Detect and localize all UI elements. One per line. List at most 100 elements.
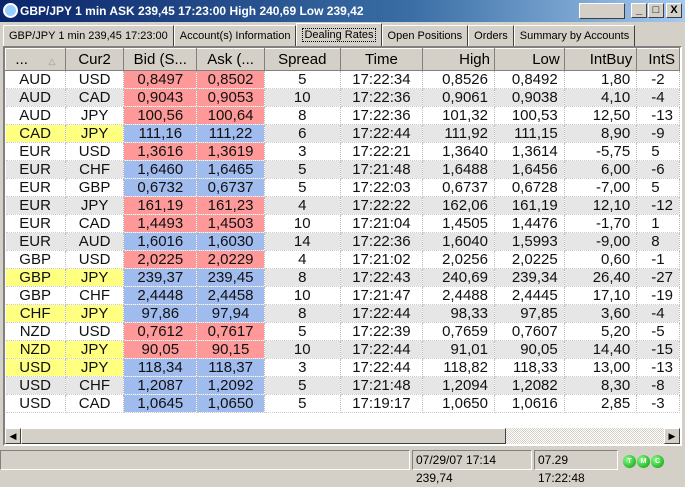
column-header-9[interactable]: IntS [636,48,680,71]
table-row[interactable]: EUR GBP 0,6732 0,6737 5 17:22:03 0,6737 0,6728-… [5,178,680,197]
tab-1[interactable]: Account(s) Information [173,25,297,46]
column-header-label: Spread [278,51,327,68]
column-header-2[interactable]: Bid (S... [123,48,198,71]
cell-cur2: GBP [65,178,125,197]
cell-intbuy: 4,10 [564,88,638,107]
scroll-right-icon[interactable]: ▶ [664,428,680,444]
cell-low: 0,7607 [494,322,565,341]
cell-intsell: -27 [636,268,680,287]
cell-low: 1,0616 [494,394,565,413]
table-row[interactable]: CHF JPY 97,86 97,94 8 17:22:44 98,33 97,85 3,60-… [5,304,680,323]
cell-bid: 1,0645 [123,394,198,413]
table-row[interactable]: EUR USD 1,3616 1,3619 3 17:22:21 1,3640 1,3614-… [5,142,680,161]
cell-low: 1,5993 [494,232,565,251]
table-row[interactable]: NZD USD 0,7612 0,7617 5 17:22:39 0,7659 0,7607 5… [5,322,680,341]
table-row[interactable]: CAD JPY 111,16 111,22 6 17:22:44 111,92 111,15 8… [5,124,680,143]
table-row[interactable]: USD CHF 1,2087 1,2092 5 17:21:48 1,2094 1,2082 8… [5,376,680,395]
table-row[interactable]: AUD USD 0,8497 0,8502 5 17:22:34 0,8526 0,8492 1… [5,70,680,89]
table-row[interactable]: GBP USD 2,0225 2,0229 4 17:21:02 2,0256 2,0225 0… [5,250,680,269]
column-header-4[interactable]: Spread [263,48,341,71]
table-row[interactable]: EUR CHF 1,6460 1,6465 5 17:21:48 1,6488 1,6456 6… [5,160,680,179]
cell-cur1: CHF [5,304,66,323]
cell-cur2: CAD [65,214,125,233]
last-bar-status: 07/29/07 17:14 239,74 [412,450,532,485]
cell-time: 17:22:44 [340,304,424,323]
table-row[interactable]: EUR CAD 1,4493 1,4503 10 17:21:04 1,4505 1,4476… [5,214,680,233]
tab-2[interactable]: Dealing Rates [296,23,382,46]
tab-label: GBP/JPY 1 min 239,45 17:23:00 [9,30,168,42]
cell-ask: 1,2092 [196,376,265,395]
tab-3[interactable]: Open Positions [381,25,469,46]
column-header-6[interactable]: High [422,48,495,71]
column-header-5[interactable]: Time [339,48,424,71]
cell-ask: 0,8502 [196,70,265,89]
cell-spread: 5 [264,376,341,395]
scrollbar-thumb[interactable] [21,428,506,444]
cell-bid: 0,7612 [123,322,198,341]
cell-intbuy: 14,40 [564,340,638,359]
cell-ask: 0,9053 [196,88,265,107]
maximize-button[interactable]: □ [648,3,664,18]
cell-cur2: USD [65,322,125,341]
cell-intsell: -4 [636,304,680,323]
cell-bid: 1,3616 [123,142,198,161]
tab-0[interactable]: GBP/JPY 1 min 239,45 17:23:00 [3,25,174,46]
cell-spread: 6 [264,124,341,143]
table-row[interactable]: USD JPY 118,34 118,37 3 17:22:44 118,82 118,33 1… [5,358,680,377]
cell-high: 0,8526 [422,70,495,89]
tab-4[interactable]: Orders [468,25,514,46]
cell-cur2: JPY [65,340,125,359]
table-row[interactable]: NZD JPY 90,05 90,15 10 17:22:44 91,01 90,05 14,4… [5,340,680,359]
tab-5[interactable]: Summary by Accounts [513,25,636,46]
cell-bid: 2,4448 [123,286,198,305]
close-button[interactable]: X [666,3,682,18]
column-header-label: Time [365,51,398,68]
minimize-button[interactable]: _ [631,3,647,18]
tab-label: Orders [474,30,508,42]
table-row[interactable]: AUD CAD 0,9043 0,9053 10 17:22:36 0,9061 0,9038… [5,88,680,107]
cell-bid: 118,34 [123,358,198,377]
table-row[interactable]: USD CAD 1,0645 1,0650 5 17:19:17 1,0650 1,0616 2… [5,394,680,413]
cell-low: 1,4476 [494,214,565,233]
table-row[interactable]: EUR AUD 1,6016 1,6030 14 17:22:36 1,6040 1,5993… [5,232,680,251]
column-header-8[interactable]: IntBuy [563,48,638,71]
cell-intbuy: 26,40 [564,268,638,287]
cell-ask: 2,4458 [196,286,265,305]
table-row[interactable]: AUD JPY 100,56 100,64 8 17:22:36 101,32 100,53 1… [5,106,680,125]
status-panel-empty [0,450,410,470]
cell-ask: 90,15 [196,340,265,359]
cell-low: 100,53 [494,106,565,125]
column-header-7[interactable]: Low [493,48,565,71]
column-header-label: IntS [648,51,675,68]
cell-bid: 2,0225 [123,250,198,269]
column-header-3[interactable]: Ask (... [196,48,265,71]
cell-intsell: 1 [636,214,680,233]
cell-cur1: GBP [5,286,66,305]
table-row[interactable]: GBP JPY 239,37 239,45 8 17:22:43 240,69 239,34 2… [5,268,680,287]
column-header-label: Low [532,51,560,68]
app-icon [3,3,18,18]
cell-time: 17:22:43 [340,268,424,287]
cell-intbuy: 13,00 [564,358,638,377]
cell-cur1: USD [5,376,66,395]
scroll-left-icon[interactable]: ◀ [5,428,21,444]
cell-intsell: -4 [636,88,680,107]
cell-spread: 4 [264,250,341,269]
server-time-status: 07.29 17:22:48 [534,450,618,485]
cell-cur1: USD [5,394,66,413]
cell-cur2: CHF [65,376,125,395]
table-row[interactable]: EUR JPY 161,19 161,23 4 17:22:22 162,06 161,19 1… [5,196,680,215]
cell-high: 0,9061 [422,88,495,107]
column-header-0[interactable]: ... △ [5,48,66,71]
tab-label: Dealing Rates [302,28,376,42]
column-header-1[interactable]: Cur2 [64,48,125,71]
cell-time: 17:21:02 [340,250,424,269]
cell-high: 118,82 [422,358,495,377]
cell-spread: 4 [264,196,341,215]
table-row[interactable]: GBP CHF 2,4448 2,4458 10 17:21:47 2,4488 2,4445… [5,286,680,305]
cell-low: 90,05 [494,340,565,359]
horizontal-scrollbar[interactable]: ◀ ▶ [5,428,680,444]
sort-ascending-icon: △ [45,56,56,66]
cell-spread: 8 [264,304,341,323]
cell-cur1: AUD [5,106,66,125]
